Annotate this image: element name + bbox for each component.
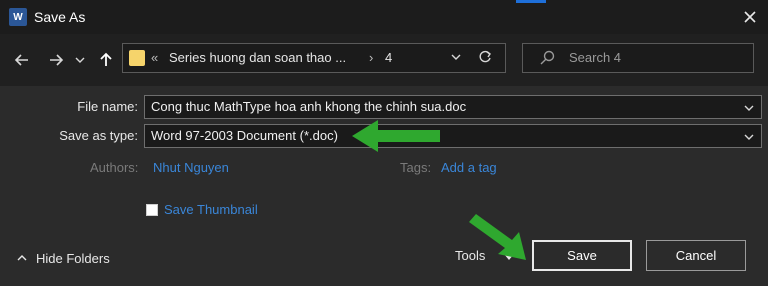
breadcrumb-separator: › bbox=[369, 50, 374, 65]
breadcrumb-current[interactable]: 4 bbox=[385, 50, 392, 65]
folder-icon bbox=[129, 50, 145, 66]
hide-folders-button[interactable]: Hide Folders bbox=[36, 251, 110, 266]
address-dropdown-button[interactable] bbox=[449, 50, 463, 69]
up-button[interactable] bbox=[94, 48, 118, 72]
chevron-down-icon[interactable] bbox=[743, 131, 755, 143]
refresh-button[interactable] bbox=[477, 49, 493, 70]
window-title: Save As bbox=[34, 9, 86, 25]
save-button[interactable]: Save bbox=[532, 240, 632, 271]
save-type-select[interactable]: Word 97-2003 Document (*.doc) bbox=[144, 124, 762, 148]
arrow-left-icon bbox=[14, 54, 28, 66]
arrow-right-icon bbox=[50, 54, 64, 66]
tags-field[interactable]: Add a tag bbox=[441, 160, 497, 175]
refresh-icon bbox=[479, 50, 491, 63]
chevron-up-icon[interactable] bbox=[16, 252, 28, 264]
caret-down-icon[interactable] bbox=[504, 254, 514, 260]
recent-locations-button[interactable] bbox=[72, 48, 88, 72]
save-thumbnail-label[interactable]: Save Thumbnail bbox=[164, 202, 258, 217]
authors-field[interactable]: Nhut Nguyen bbox=[153, 160, 229, 175]
chevron-down-icon[interactable] bbox=[743, 102, 755, 114]
chevron-down-icon bbox=[451, 54, 461, 60]
save-thumbnail-checkbox[interactable] bbox=[146, 204, 158, 216]
word-app-icon: W bbox=[9, 8, 27, 26]
tools-button[interactable]: Tools bbox=[455, 248, 485, 263]
accent-marker bbox=[516, 0, 546, 3]
title-bar: W Save As bbox=[0, 0, 768, 34]
close-button[interactable] bbox=[738, 5, 762, 29]
file-name-field[interactable]: Cong thuc MathType hoa anh khong the chi… bbox=[144, 95, 762, 119]
back-button[interactable] bbox=[10, 48, 34, 72]
breadcrumb-folder[interactable]: Series huong dan soan thao ... bbox=[169, 50, 346, 65]
breadcrumb-overflow[interactable]: « bbox=[151, 50, 158, 65]
authors-label: Authors: bbox=[90, 160, 139, 175]
file-name-label: File name: bbox=[77, 99, 138, 114]
chevron-down-icon bbox=[75, 57, 85, 63]
cancel-button[interactable]: Cancel bbox=[646, 240, 746, 271]
save-type-label: Save as type: bbox=[59, 128, 138, 143]
search-box[interactable]: Search 4 bbox=[522, 43, 754, 73]
search-input[interactable]: Search 4 bbox=[569, 50, 621, 65]
tags-label: Tags: bbox=[400, 160, 432, 175]
forward-button[interactable] bbox=[44, 48, 68, 72]
search-icon bbox=[540, 50, 555, 65]
close-icon bbox=[744, 11, 756, 23]
address-bar[interactable]: « Series huong dan soan thao ... › 4 bbox=[122, 43, 506, 73]
save-type-value[interactable]: Word 97-2003 Document (*.doc) bbox=[151, 128, 338, 143]
arrow-up-icon bbox=[100, 52, 112, 66]
file-name-value[interactable]: Cong thuc MathType hoa anh khong the chi… bbox=[151, 99, 466, 114]
